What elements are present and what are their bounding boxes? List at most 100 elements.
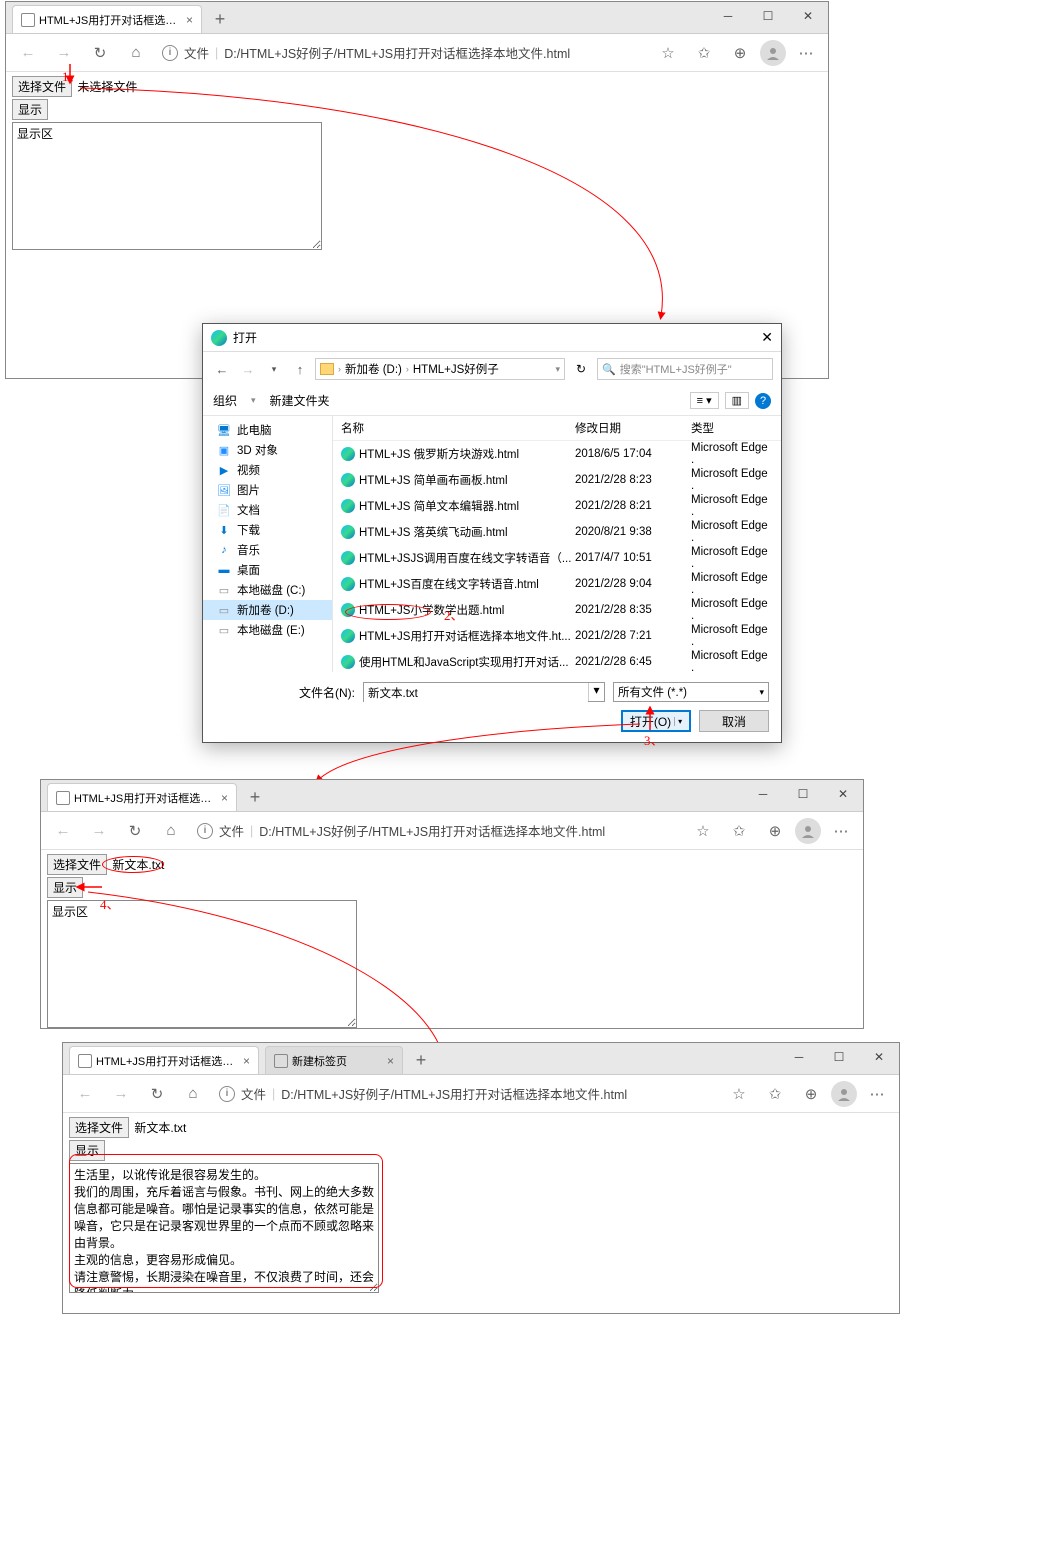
preview-pane-button[interactable]: ▥: [725, 392, 749, 409]
nav-recent-icon[interactable]: ▾: [263, 358, 285, 380]
col-header-type[interactable]: 类型: [691, 420, 773, 436]
address-bar[interactable]: i 文件 | D:/HTML+JS好例子/HTML+JS用打开对话框选择本地文件…: [156, 39, 648, 67]
view-mode-button[interactable]: ≡ ▾: [690, 392, 719, 409]
collections-icon[interactable]: ⊕: [724, 37, 756, 69]
tree-item[interactable]: ▬桌面: [203, 560, 332, 580]
profile-avatar[interactable]: [795, 818, 821, 844]
address-bar[interactable]: i 文件 | D:/HTML+JS好例子/HTML+JS用打开对话框选择本地文件…: [191, 817, 683, 845]
tree-item[interactable]: ▭新加卷 (D:): [203, 600, 332, 620]
menu-icon[interactable]: ⋯: [790, 37, 822, 69]
file-row[interactable]: HTML+JS用打开对话框选择本地文件.ht...2021/2/28 7:21M…: [333, 623, 781, 649]
display-textarea[interactable]: [12, 122, 322, 250]
new-tab-button[interactable]: +: [241, 783, 269, 811]
close-tab-icon[interactable]: ×: [221, 791, 228, 805]
display-textarea[interactable]: [69, 1163, 379, 1293]
close-tab-icon[interactable]: ×: [186, 13, 193, 27]
back-button[interactable]: ←: [12, 37, 44, 69]
file-row[interactable]: HTML+JS 简单画布画板.html2021/2/28 8:23Microso…: [333, 467, 781, 493]
maximize-button[interactable]: ☐: [748, 2, 788, 30]
home-button[interactable]: ⌂: [155, 815, 187, 847]
choose-file-button[interactable]: 选择文件: [69, 1117, 129, 1138]
folder-tree[interactable]: 🖥此电脑▣3D 对象▶视频🖼图片📄文档⬇下载♪音乐▬桌面▭本地磁盘 (C:)▭新…: [203, 416, 333, 672]
forward-button[interactable]: →: [83, 815, 115, 847]
menu-icon[interactable]: ⋯: [825, 815, 857, 847]
favorite-icon[interactable]: ☆: [687, 815, 719, 847]
favorite-icon[interactable]: ☆: [652, 37, 684, 69]
col-header-name[interactable]: 名称: [341, 420, 575, 436]
home-button[interactable]: ⌂: [120, 37, 152, 69]
file-type-filter[interactable]: 所有文件 (*.*) ▾: [613, 682, 769, 702]
dialog-close-button[interactable]: ✕: [761, 329, 773, 346]
file-row[interactable]: HTML+JS百度在线文字转语音.html2021/2/28 9:04Micro…: [333, 571, 781, 597]
display-textarea[interactable]: [47, 900, 357, 1028]
info-icon[interactable]: i: [219, 1086, 235, 1102]
info-icon[interactable]: i: [197, 823, 213, 839]
show-button[interactable]: 显示: [47, 877, 83, 898]
browser-tab-1[interactable]: HTML+JS用打开对话框选择本地 ×: [69, 1046, 259, 1074]
forward-button[interactable]: →: [48, 37, 80, 69]
search-input[interactable]: 🔍 搜索"HTML+JS好例子": [597, 358, 773, 380]
tree-item[interactable]: ▣3D 对象: [203, 440, 332, 460]
help-icon[interactable]: ?: [755, 393, 771, 409]
tree-item[interactable]: ♪音乐: [203, 540, 332, 560]
close-window-button[interactable]: ✕: [859, 1043, 899, 1071]
new-tab-button[interactable]: +: [206, 5, 234, 33]
cancel-button[interactable]: 取消: [699, 710, 769, 732]
refresh-button[interactable]: ↻: [119, 815, 151, 847]
path-part[interactable]: HTML+JS好例子: [413, 361, 499, 377]
file-row[interactable]: 使用HTML和JavaScript实现用打开对话...2021/2/28 6:4…: [333, 649, 781, 672]
browser-tab-2[interactable]: 新建标签页 ×: [265, 1046, 403, 1074]
new-tab-button[interactable]: +: [407, 1046, 435, 1074]
file-list[interactable]: 名称 修改日期 类型 HTML+JS 俄罗斯方块游戏.html2018/6/5 …: [333, 416, 781, 672]
maximize-button[interactable]: ☐: [783, 780, 823, 808]
path-bar[interactable]: › 新加卷 (D:) › HTML+JS好例子 ▾: [315, 358, 565, 380]
browser-tab[interactable]: HTML+JS用打开对话框选择本地 ×: [12, 5, 202, 33]
address-bar[interactable]: i 文件 | D:/HTML+JS好例子/HTML+JS用打开对话框选择本地文件…: [213, 1080, 719, 1108]
profile-avatar[interactable]: [831, 1081, 857, 1107]
close-window-button[interactable]: ✕: [788, 2, 828, 30]
file-row[interactable]: HTML+JSJS调用百度在线文字转语音（...2017/4/7 10:51Mi…: [333, 545, 781, 571]
tree-item[interactable]: 🖥此电脑: [203, 420, 332, 440]
refresh-button[interactable]: ↻: [141, 1078, 173, 1110]
show-button[interactable]: 显示: [69, 1140, 105, 1161]
tree-item[interactable]: 📄文档: [203, 500, 332, 520]
back-button[interactable]: ←: [69, 1078, 101, 1110]
tree-item[interactable]: ▶视频: [203, 460, 332, 480]
show-button[interactable]: 显示: [12, 99, 48, 120]
favorites-bar-icon[interactable]: ✩: [688, 37, 720, 69]
file-row[interactable]: HTML+JS 俄罗斯方块游戏.html2018/6/5 17:04Micros…: [333, 441, 781, 467]
path-refresh-icon[interactable]: ↻: [569, 358, 593, 380]
minimize-button[interactable]: ─: [708, 2, 748, 30]
favorites-bar-icon[interactable]: ✩: [759, 1078, 791, 1110]
forward-button[interactable]: →: [105, 1078, 137, 1110]
col-header-date[interactable]: 修改日期: [575, 420, 691, 436]
filename-input[interactable]: [364, 683, 588, 703]
maximize-button[interactable]: ☐: [819, 1043, 859, 1071]
back-button[interactable]: ←: [47, 815, 79, 847]
tree-item[interactable]: ⬇下载: [203, 520, 332, 540]
nav-forward-icon[interactable]: →: [237, 358, 259, 380]
close-window-button[interactable]: ✕: [823, 780, 863, 808]
filename-dropdown-icon[interactable]: ▾: [588, 683, 604, 701]
minimize-button[interactable]: ─: [779, 1043, 819, 1071]
info-icon[interactable]: i: [162, 45, 178, 61]
file-row[interactable]: HTML+JS小学数学出题.html2021/2/28 8:35Microsof…: [333, 597, 781, 623]
favorite-icon[interactable]: ☆: [723, 1078, 755, 1110]
organize-menu[interactable]: 组织: [213, 392, 237, 409]
collections-icon[interactable]: ⊕: [759, 815, 791, 847]
nav-up-icon[interactable]: ↑: [289, 358, 311, 380]
path-part[interactable]: 新加卷 (D:): [345, 361, 402, 377]
profile-avatar[interactable]: [760, 40, 786, 66]
browser-tab[interactable]: HTML+JS用打开对话框选择本地 ×: [47, 783, 237, 811]
new-folder-button[interactable]: 新建文件夹: [270, 392, 330, 409]
menu-icon[interactable]: ⋯: [861, 1078, 893, 1110]
close-tab-icon[interactable]: ×: [387, 1054, 394, 1068]
tree-item[interactable]: 🖼图片: [203, 480, 332, 500]
close-tab-icon[interactable]: ×: [243, 1054, 250, 1068]
nav-back-icon[interactable]: ←: [211, 358, 233, 380]
home-button[interactable]: ⌂: [177, 1078, 209, 1110]
favorites-bar-icon[interactable]: ✩: [723, 815, 755, 847]
tree-item[interactable]: ▭本地磁盘 (C:): [203, 580, 332, 600]
collections-icon[interactable]: ⊕: [795, 1078, 827, 1110]
minimize-button[interactable]: ─: [743, 780, 783, 808]
